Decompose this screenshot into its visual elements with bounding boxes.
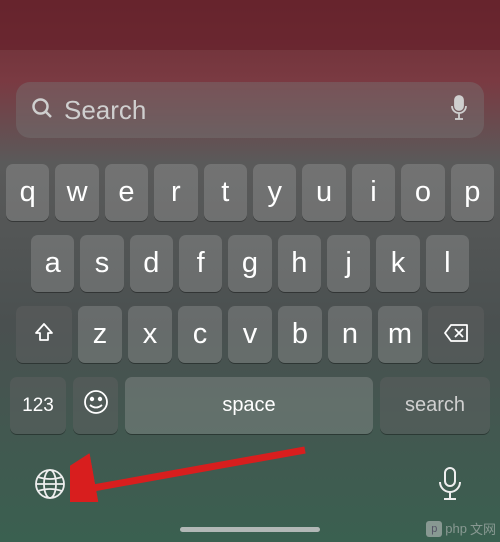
key-i[interactable]: i [352, 164, 395, 221]
emoji-icon [82, 388, 110, 423]
key-u[interactable]: u [302, 164, 345, 221]
key-r[interactable]: r [154, 164, 197, 221]
key-l[interactable]: l [426, 235, 469, 292]
search-placeholder: Search [64, 95, 448, 126]
watermark-icon: p [426, 521, 442, 537]
keyboard-row-3: z x c v b n m [6, 306, 494, 363]
key-action-search[interactable]: search [380, 377, 490, 434]
key-space[interactable]: space [125, 377, 373, 434]
dictation-button[interactable] [432, 468, 468, 504]
key-backspace[interactable] [428, 306, 484, 363]
watermark: p php 文网 [426, 519, 496, 538]
key-g[interactable]: g [228, 235, 271, 292]
watermark-text: php [445, 521, 467, 536]
key-emoji[interactable] [73, 377, 118, 434]
home-indicator[interactable] [180, 527, 320, 532]
key-f[interactable]: f [179, 235, 222, 292]
key-y[interactable]: y [253, 164, 296, 221]
keyboard-row-2: a s d f g h j k l [6, 235, 494, 292]
search-icon [30, 96, 54, 125]
keyboard: q w e r t y u i o p a s d f g h j k l z … [0, 158, 500, 440]
key-v[interactable]: v [228, 306, 272, 363]
status-backdrop [0, 0, 500, 50]
shift-icon [33, 318, 55, 351]
key-s[interactable]: s [80, 235, 123, 292]
key-d[interactable]: d [130, 235, 173, 292]
key-e[interactable]: e [105, 164, 148, 221]
key-h[interactable]: h [278, 235, 321, 292]
keyboard-row-bottom: 123 space search [6, 377, 494, 434]
key-p[interactable]: p [451, 164, 494, 221]
backspace-icon [443, 318, 469, 351]
key-q[interactable]: q [6, 164, 49, 221]
key-n[interactable]: n [328, 306, 372, 363]
key-j[interactable]: j [327, 235, 370, 292]
key-m[interactable]: m [378, 306, 422, 363]
key-w[interactable]: w [55, 164, 98, 221]
key-b[interactable]: b [278, 306, 322, 363]
globe-icon [33, 467, 67, 506]
key-z[interactable]: z [78, 306, 122, 363]
dictation-inline-icon[interactable] [448, 94, 470, 127]
microphone-icon [435, 465, 465, 508]
key-a[interactable]: a [31, 235, 74, 292]
key-t[interactable]: t [204, 164, 247, 221]
search-bar[interactable]: Search [16, 82, 484, 138]
key-o[interactable]: o [401, 164, 444, 221]
key-k[interactable]: k [376, 235, 419, 292]
key-shift[interactable] [16, 306, 72, 363]
key-x[interactable]: x [128, 306, 172, 363]
key-c[interactable]: c [178, 306, 222, 363]
globe-switch-keyboard[interactable] [32, 468, 68, 504]
keyboard-row-1: q w e r t y u i o p [6, 164, 494, 221]
key-numbers[interactable]: 123 [10, 377, 66, 434]
watermark-suffix: 文网 [470, 519, 496, 538]
